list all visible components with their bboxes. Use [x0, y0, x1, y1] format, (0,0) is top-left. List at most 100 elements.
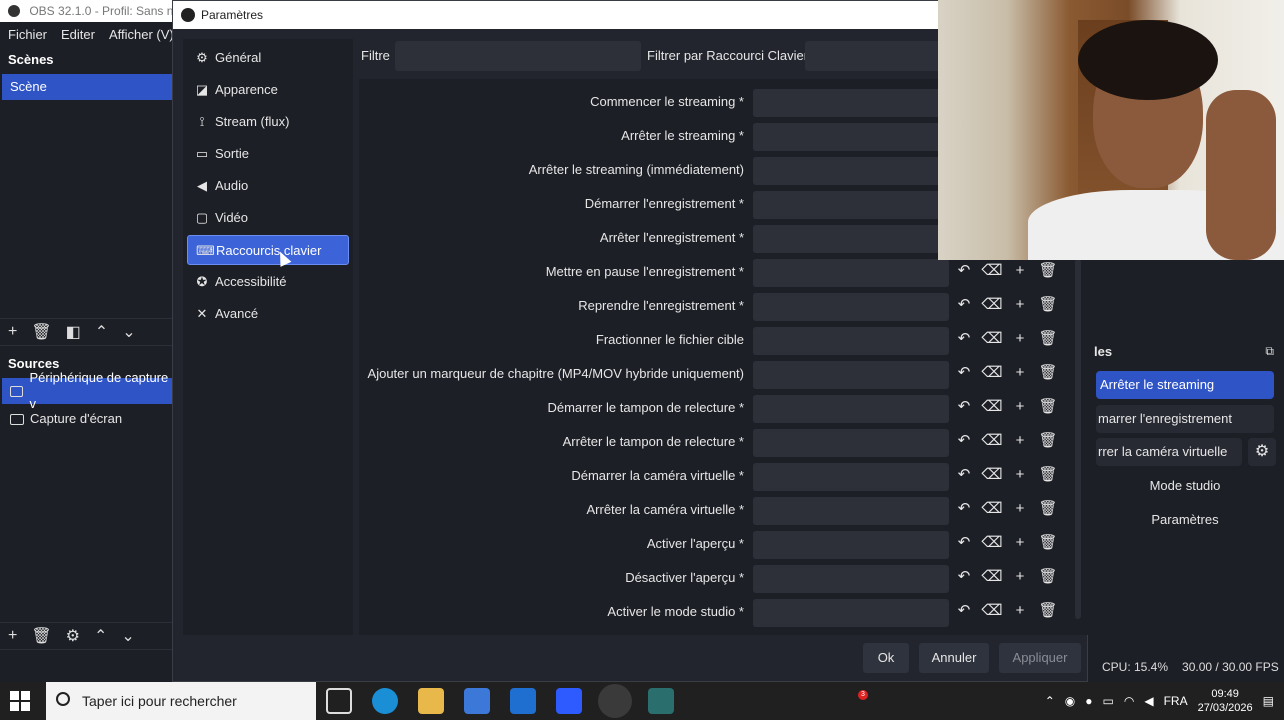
add-source-icon[interactable]: +	[8, 627, 17, 645]
add-icon[interactable]: +	[1009, 531, 1031, 555]
hotkey-field[interactable]	[753, 327, 949, 355]
source-item-capture-device[interactable]: Périphérique de capture v	[2, 370, 172, 411]
hotkey-field[interactable]	[753, 599, 949, 627]
virtual-camera-settings-icon[interactable]: ⚙	[1248, 438, 1276, 466]
stop-streaming-button[interactable]: Arrêter le streaming	[1096, 371, 1274, 399]
add-icon[interactable]: +	[1009, 395, 1031, 419]
category-output[interactable]: ▭ Sortie	[187, 139, 349, 169]
trash-icon[interactable]: 🗑	[1037, 429, 1059, 453]
clock[interactable]: 09:49 27/03/2026	[1198, 687, 1253, 715]
hotkey-field[interactable]	[753, 497, 949, 525]
hotkey-field[interactable]	[753, 191, 949, 219]
add-icon[interactable]: +	[1009, 565, 1031, 589]
clear-icon[interactable]: ⌫	[981, 599, 1003, 623]
trash-icon[interactable]: 🗑	[1037, 565, 1059, 589]
clear-icon[interactable]: ⌫	[981, 429, 1003, 453]
file-explorer-icon[interactable]	[418, 688, 444, 714]
trash-icon[interactable]: 🗑	[1037, 463, 1059, 487]
hotkey-field[interactable]	[753, 259, 949, 287]
remove-source-icon[interactable]: 🗑	[31, 626, 51, 646]
revert-icon[interactable]: ↶	[953, 599, 975, 623]
add-scene-icon[interactable]: +	[8, 323, 17, 341]
category-appearance[interactable]: ◪ Apparence	[187, 75, 349, 105]
add-icon[interactable]: +	[1009, 327, 1031, 351]
clear-icon[interactable]: ⌫	[981, 327, 1003, 351]
battery-icon[interactable]: ▭	[1103, 694, 1114, 708]
revert-icon[interactable]: ↶	[953, 463, 975, 487]
hotkey-field[interactable]	[753, 395, 949, 423]
hotkey-field[interactable]	[753, 157, 949, 185]
trash-icon[interactable]: 🗑	[1037, 293, 1059, 317]
revert-icon[interactable]: ↶	[953, 565, 975, 589]
move-down-icon[interactable]: ⌄	[122, 322, 135, 342]
clear-icon[interactable]: ⌫	[981, 463, 1003, 487]
notifications-icon[interactable]: ▤	[1263, 694, 1274, 708]
add-icon[interactable]: +	[1009, 429, 1031, 453]
source-item-screen-capture[interactable]: Capture d'écran	[2, 406, 172, 432]
filter-input[interactable]	[395, 41, 641, 71]
clear-icon[interactable]: ⌫	[981, 293, 1003, 317]
clear-icon[interactable]: ⌫	[981, 395, 1003, 419]
hotkey-field[interactable]	[753, 293, 949, 321]
trash-icon[interactable]: 🗑	[1037, 531, 1059, 555]
hotkey-field[interactable]	[753, 531, 949, 559]
start-virtual-camera-button[interactable]: rrer la caméra virtuelle	[1096, 438, 1242, 466]
hotkey-field[interactable]	[753, 565, 949, 593]
outlook-icon[interactable]	[510, 688, 536, 714]
revert-icon[interactable]: ↶	[953, 327, 975, 351]
task-view-icon[interactable]	[326, 688, 352, 714]
remove-scene-icon[interactable]: 🗑	[31, 322, 51, 342]
chevron-up-icon[interactable]: ⌃	[1045, 694, 1055, 708]
add-icon[interactable]: +	[1009, 293, 1031, 317]
dock-float-icon[interactable]: ⧉	[1265, 344, 1274, 359]
clear-icon[interactable]: ⌫	[981, 497, 1003, 521]
trash-icon[interactable]: 🗑	[1037, 327, 1059, 351]
hotkey-field[interactable]	[753, 361, 949, 389]
trash-icon[interactable]: 🗑	[1037, 361, 1059, 385]
hotkey-field[interactable]	[753, 123, 949, 151]
revert-icon[interactable]: ↶	[953, 429, 975, 453]
scene-filters-icon[interactable]: ◧	[66, 322, 81, 342]
clear-icon[interactable]: ⌫	[981, 259, 1003, 283]
revert-icon[interactable]: ↶	[953, 531, 975, 555]
start-recording-button[interactable]: marrer l'enregistrement	[1096, 405, 1274, 433]
ok-button[interactable]: Ok	[863, 643, 909, 673]
category-general[interactable]: ⚙ Général	[187, 43, 349, 73]
move-up-icon[interactable]: ⌃	[95, 322, 108, 342]
settings-button[interactable]: Paramètres	[1096, 506, 1274, 534]
category-advanced[interactable]: ✕ Avancé	[187, 299, 349, 329]
app-icon[interactable]	[556, 688, 582, 714]
store-icon[interactable]	[464, 688, 490, 714]
trash-icon[interactable]: 🗑	[1037, 599, 1059, 623]
webcam-tray-icon[interactable]: ◉	[1065, 694, 1075, 708]
hotkey-field[interactable]	[753, 463, 949, 491]
language-indicator[interactable]: FRA	[1164, 694, 1188, 708]
scene-item[interactable]: Scène	[2, 74, 172, 100]
category-stream[interactable]: ⟟ Stream (flux)	[187, 107, 349, 137]
network-icon[interactable]: ◠	[1124, 694, 1134, 708]
category-audio[interactable]: ◀ Audio	[187, 171, 349, 201]
revert-icon[interactable]: ↶	[953, 497, 975, 521]
clear-icon[interactable]: ⌫	[981, 361, 1003, 385]
trash-icon[interactable]: 🗑	[1037, 497, 1059, 521]
hotkey-field[interactable]	[753, 89, 949, 117]
revert-icon[interactable]: ↶	[953, 259, 975, 283]
category-hotkeys[interactable]: ⌨ Raccourcis clavier	[187, 235, 349, 265]
menu-fichier[interactable]: Fichier	[8, 27, 47, 42]
add-icon[interactable]: +	[1009, 497, 1031, 521]
add-icon[interactable]: +	[1009, 599, 1031, 623]
add-icon[interactable]: +	[1009, 259, 1031, 283]
capcut-icon[interactable]	[648, 688, 674, 714]
trash-icon[interactable]: 🗑	[1037, 395, 1059, 419]
move-up-icon[interactable]: ⌃	[94, 626, 107, 646]
cancel-button[interactable]: Annuler	[919, 643, 989, 673]
trash-icon[interactable]: 🗑	[1037, 259, 1059, 283]
hotkey-field[interactable]	[753, 225, 949, 253]
volume-icon[interactable]: ◀	[1144, 694, 1153, 708]
windows-start-icon[interactable]	[10, 691, 30, 711]
revert-icon[interactable]: ↶	[953, 293, 975, 317]
microphone-icon[interactable]: ●	[1085, 694, 1092, 708]
studio-mode-button[interactable]: Mode studio	[1096, 472, 1274, 500]
menu-editer[interactable]: Editer	[61, 27, 95, 42]
revert-icon[interactable]: ↶	[953, 395, 975, 419]
